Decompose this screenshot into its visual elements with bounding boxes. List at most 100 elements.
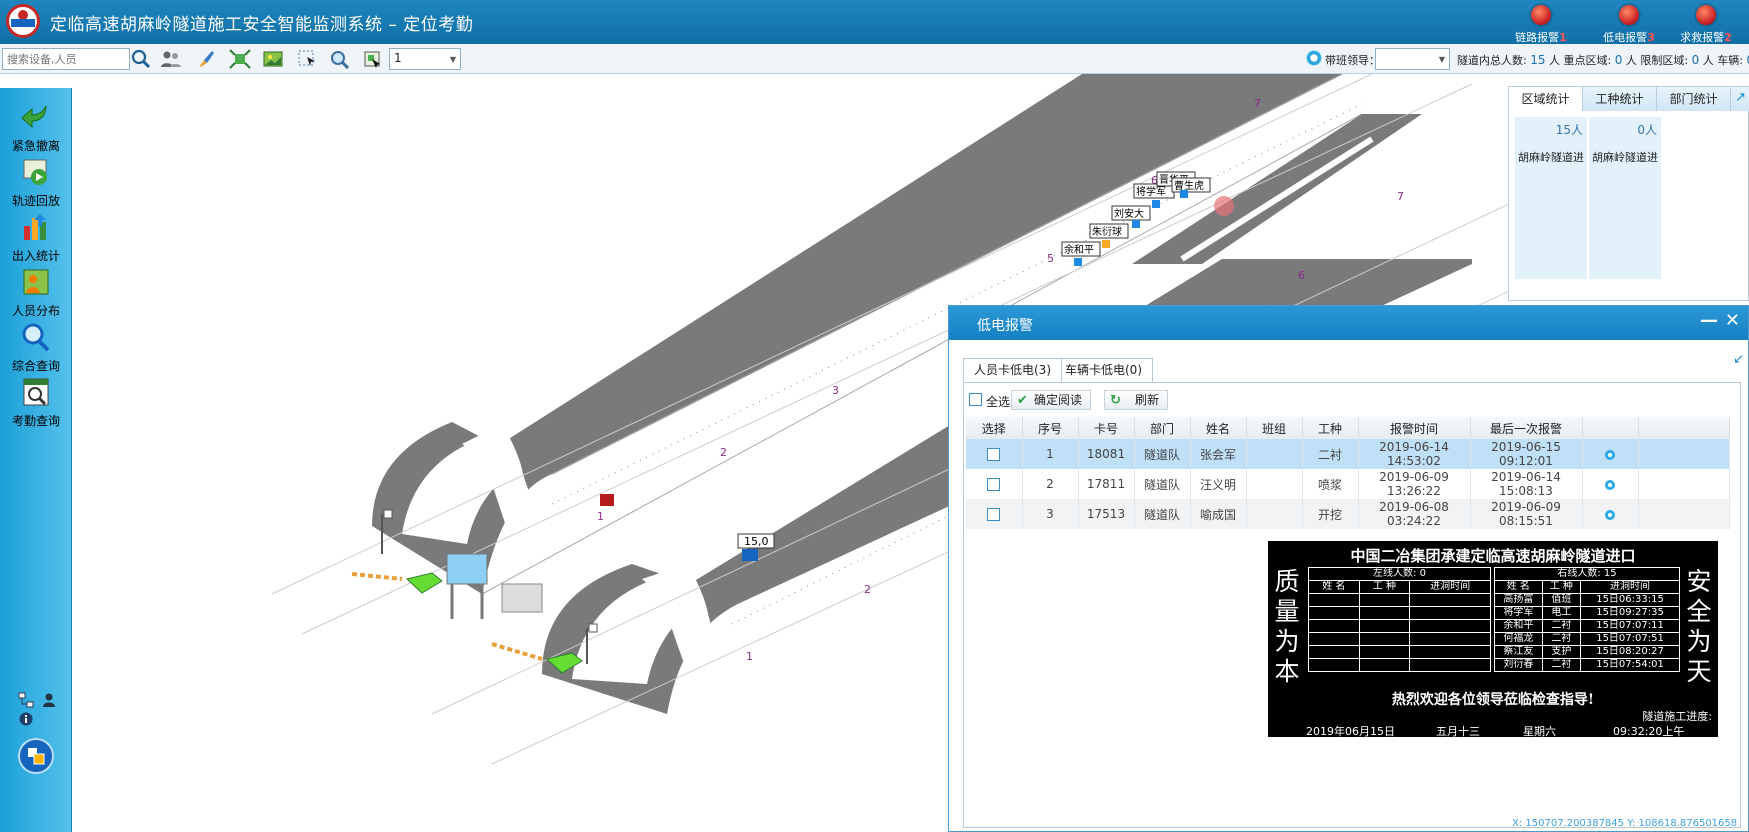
zoom-icon[interactable]	[329, 49, 351, 69]
sidebar-item-query[interactable]: 综合查询	[0, 318, 72, 373]
sidebar-item-distribution[interactable]: 人员分布	[0, 263, 72, 318]
alarm-label: 链路报警	[1515, 31, 1560, 44]
reader-device-icon[interactable]	[600, 494, 614, 506]
info-icon[interactable]	[19, 712, 33, 726]
vehicle-label: 15,0	[744, 535, 769, 548]
sidebar-item-label: 轨迹回放	[11, 194, 60, 208]
person-tag: 刘安大	[1114, 207, 1144, 220]
cell-last-alarm: 2019-06-14 15:08:13	[1470, 469, 1583, 499]
tunnel-gap	[1180, 136, 1374, 262]
image-view-icon[interactable]	[262, 49, 284, 69]
led-welcome: 热烈欢迎各位领导莅临检查指导!	[1391, 692, 1595, 708]
alarm-table: 选择 序号 卡号 部门 姓名 班组 工种 报警时间 最后一次报警 1 18081…	[966, 417, 1730, 529]
led-cell: 值班	[1541, 593, 1582, 607]
person-tag: 朱衍球	[1092, 225, 1122, 238]
tab-person-low-battery[interactable]: 人员卡低电(3)	[963, 358, 1062, 382]
link-alarm-button[interactable]: 链路报警1	[1501, 3, 1581, 45]
sidebar-item-entry-stats[interactable]: 出入统计	[0, 208, 72, 263]
locate-icon[interactable]	[1605, 449, 1615, 460]
sos-alarm-button[interactable]: 求救报警2	[1666, 3, 1746, 45]
select-all-checkbox[interactable]	[969, 393, 982, 406]
user-settings-icon[interactable]	[42, 692, 58, 708]
vehicle-label: 车辆:	[1717, 54, 1743, 67]
led-lunar: 五月十三	[1436, 725, 1480, 738]
vehicle-card-icon[interactable]	[742, 549, 758, 561]
cell-job: 喷浆	[1302, 469, 1359, 499]
close-icon[interactable]: ✕	[1725, 310, 1740, 331]
cell-team	[1246, 439, 1303, 469]
fit-view-icon[interactable]	[229, 49, 251, 69]
column-header[interactable]: 工种	[1302, 417, 1359, 439]
table-row[interactable]: 3 17513 隧道队 喻成国 开挖 2019-06-08 03:24:22 2…	[966, 499, 1730, 529]
locate-icon[interactable]	[1605, 479, 1615, 490]
row-checkbox[interactable]	[987, 448, 1001, 461]
led-cell: 蔡江友	[1494, 645, 1543, 659]
cell-card: 18081	[1078, 439, 1135, 469]
column-header[interactable]: 选择	[966, 417, 1023, 439]
row-checkbox[interactable]	[987, 478, 1001, 491]
floor-select[interactable]: 1 ▼	[389, 48, 461, 70]
area-stat-column[interactable]: 15人 胡麻岭隧道进	[1515, 117, 1587, 279]
person-tag: 曹生虎	[1174, 179, 1204, 192]
select-cursor-icon[interactable]	[297, 49, 319, 69]
alarm-count: 2	[1724, 31, 1732, 44]
sidebar-item-track-playback[interactable]: 轨迹回放	[0, 153, 72, 208]
column-header[interactable]: 班组	[1246, 417, 1303, 439]
leader-select[interactable]: ▼	[1375, 48, 1450, 70]
minimize-icon[interactable]: —	[1700, 310, 1718, 331]
led-cell: 二衬	[1541, 632, 1582, 646]
cell-alarm-time: 2019-06-09 13:26:22	[1358, 469, 1471, 499]
alarm-count: 3	[1647, 31, 1655, 44]
cell-name: 喻成国	[1190, 499, 1247, 529]
led-col-header: 姓 名	[1494, 580, 1543, 594]
layers-icon[interactable]	[362, 49, 384, 69]
billboard-icon	[446, 553, 488, 585]
tab-vehicle-low-battery[interactable]: 车辆卡低电(0)	[1054, 358, 1153, 382]
search-icon[interactable]	[130, 48, 152, 70]
column-header[interactable]: 部门	[1134, 417, 1191, 439]
led-col-header: 工 种	[1541, 580, 1582, 594]
column-header[interactable]: 最后一次报警	[1470, 417, 1583, 439]
column-header[interactable]: 卡号	[1078, 417, 1135, 439]
led-col-header: 姓 名	[1308, 580, 1360, 594]
refresh-button[interactable]: ↻ 刷新	[1104, 390, 1169, 410]
sidebar: 紧急撤离 轨迹回放 出入统计 人员分布 综合查询 考勤查询	[0, 88, 72, 832]
restore-icon[interactable]: ↙	[1733, 352, 1744, 367]
row-checkbox[interactable]	[987, 508, 1001, 521]
dialog-header[interactable]: 低电报警 — ✕	[949, 306, 1748, 340]
column-header[interactable]: 姓名	[1190, 417, 1247, 439]
led-cell: 15日07:07:51	[1580, 632, 1680, 646]
key-area-count: 0	[1614, 53, 1623, 67]
tab-dept-stats[interactable]: 部门统计	[1657, 87, 1731, 111]
sidebar-item-label: 出入统计	[11, 249, 60, 263]
cell-dept: 隧道队	[1134, 499, 1191, 529]
led-cell: 15日07:54:01	[1580, 658, 1680, 672]
org-chart-icon[interactable]	[18, 692, 34, 708]
sidebar-item-evacuate[interactable]: 紧急撤离	[0, 98, 72, 153]
led-col-header: 进洞时间	[1580, 580, 1680, 594]
sidebar-item-attendance[interactable]: 考勤查询	[0, 373, 72, 428]
column-header[interactable]: 报警时间	[1358, 417, 1471, 439]
locate-icon[interactable]	[1605, 509, 1615, 520]
slogan-char: 为	[1686, 627, 1712, 656]
people-icon[interactable]	[160, 49, 182, 69]
confirm-read-button[interactable]: ✔ 确定阅读	[1011, 390, 1092, 410]
tab-area-stats[interactable]: 区域统计	[1509, 87, 1583, 111]
table-row[interactable]: 2 17811 隧道队 汪义明 喷浆 2019-06-09 13:26:22 2…	[966, 469, 1730, 499]
alarm-light-icon	[1696, 5, 1716, 25]
area-stat-column[interactable]: 0人 胡麻岭隧道进	[1589, 117, 1661, 279]
total-label: 隧道内总人数:	[1457, 54, 1527, 67]
low-battery-alarm-button[interactable]: 低电报警3	[1589, 3, 1669, 45]
key-area-label: 重点区域:	[1563, 54, 1612, 67]
cell-name: 汪义明	[1190, 469, 1247, 499]
column-header[interactable]: 序号	[1022, 417, 1079, 439]
dialog-title: 低电报警	[977, 318, 1033, 334]
windows-switch-icon[interactable]	[18, 738, 54, 774]
search-input[interactable]	[2, 48, 130, 70]
marker-right-1: 1	[746, 650, 753, 663]
table-row[interactable]: 1 18081 隧道队 张会军 二衬 2019-06-14 14:53:02 2…	[966, 439, 1730, 469]
cell-no: 2	[1022, 469, 1079, 499]
expand-icon[interactable]: ↗	[1735, 90, 1746, 105]
tab-job-stats[interactable]: 工种统计	[1583, 87, 1657, 111]
brush-icon[interactable]	[195, 49, 217, 69]
